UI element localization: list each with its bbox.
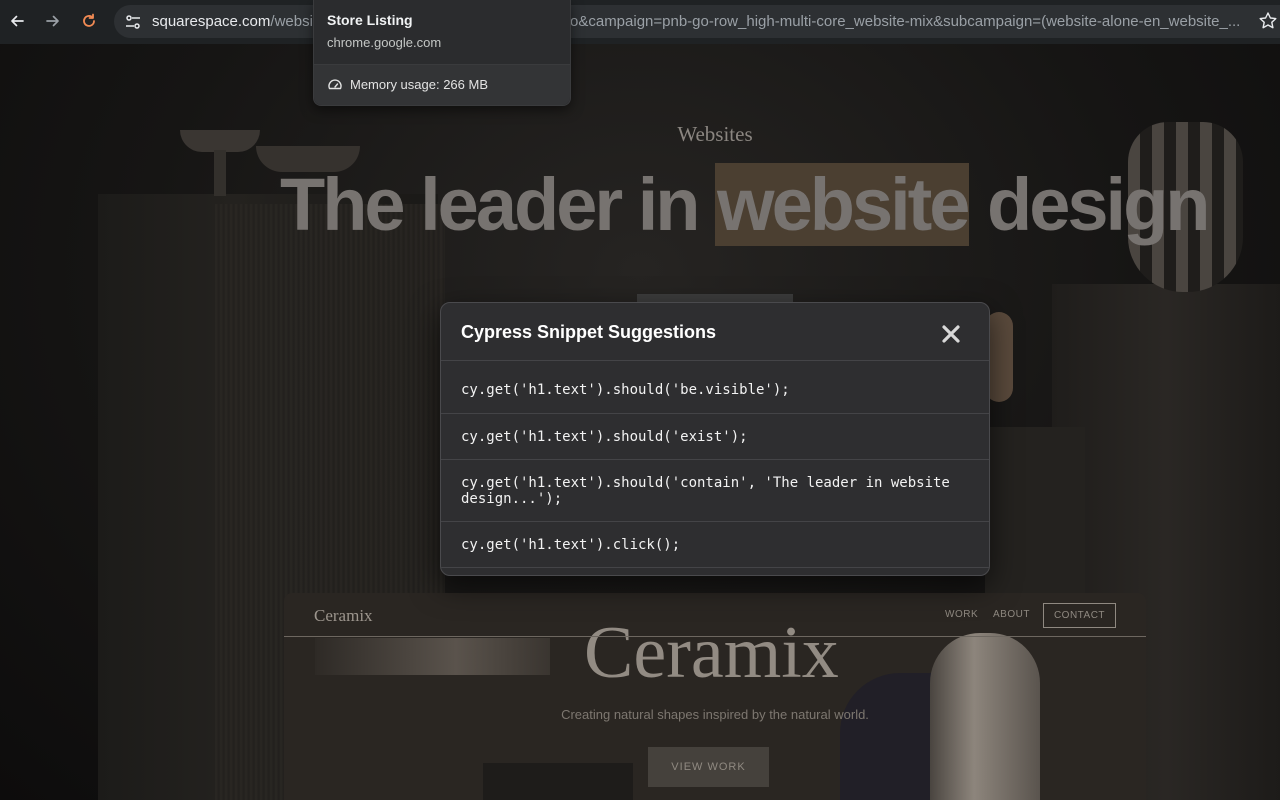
dialog-header: Cypress Snippet Suggestions xyxy=(441,303,989,361)
hover-card-title: Store Listing xyxy=(327,12,413,28)
reload-button[interactable] xyxy=(75,7,103,35)
template-preview: Ceramix Ceramix WORK ABOUT CONTACT Creat… xyxy=(284,593,1146,800)
preview-view-work-button[interactable]: VIEW WORK xyxy=(648,747,769,787)
section-eyebrow: Websites xyxy=(677,122,753,146)
tab-hover-card: Store Listing chrome.google.com Memory u… xyxy=(313,0,571,106)
tune-icon xyxy=(126,14,140,29)
reload-icon xyxy=(83,13,95,27)
star-icon xyxy=(1259,12,1277,29)
snippet-item[interactable]: cy.get('h1.text').click(); xyxy=(441,522,989,568)
close-button[interactable] xyxy=(939,322,963,346)
hover-card-memory-row: Memory usage: 266 MB xyxy=(314,65,570,105)
back-button[interactable] xyxy=(3,7,31,35)
headline-text: The leader in xyxy=(280,163,716,246)
headline-text: design xyxy=(969,163,1211,246)
gauge-icon xyxy=(328,79,342,90)
preview-nav: Ceramix WORK ABOUT CONTACT xyxy=(284,593,1146,637)
forward-button[interactable] xyxy=(39,7,67,35)
preview-tagline: Creating natural shapes inspired by the … xyxy=(561,707,869,722)
browser-toolbar: squarespace.com/websit o&campaign=pnb-go… xyxy=(0,0,1280,44)
dialog-title: Cypress Snippet Suggestions xyxy=(461,322,717,342)
url-query: o&campaign=pnb-go-row_high-multi-core_we… xyxy=(570,13,1241,30)
hover-card-domain: chrome.google.com xyxy=(327,35,442,50)
snippet-item[interactable]: cy.get('h1.text').should('contain', 'The… xyxy=(441,460,989,522)
bowl-stem-image xyxy=(214,150,226,196)
hover-card-memory: Memory usage: 266 MB xyxy=(350,77,489,92)
site-info-button[interactable] xyxy=(118,7,148,37)
preview-contact-button[interactable]: CONTACT xyxy=(1043,603,1116,628)
url-host: squarespace.com xyxy=(152,13,271,30)
bookmark-button[interactable] xyxy=(1258,11,1278,31)
snippet-item[interactable]: cy.get('h1.text').should('be.visible'); xyxy=(441,361,989,414)
snippet-item[interactable]: cy.get('h1.text').should('exist'); xyxy=(441,414,989,460)
preview-image xyxy=(483,763,633,800)
preview-nav-about[interactable]: ABOUT xyxy=(993,609,1030,620)
url-path: /websit xyxy=(270,13,318,30)
preview-logo: Ceramix xyxy=(314,606,373,625)
url-text: squarespace.com/websit xyxy=(152,13,317,30)
preview-image xyxy=(315,638,550,675)
close-icon xyxy=(942,325,960,343)
address-bar[interactable]: squarespace.com/websit o&campaign=pnb-go… xyxy=(114,5,1280,38)
arrow-left-icon xyxy=(11,15,24,27)
page-headline: The leader in website design xyxy=(280,160,1211,250)
snippet-dialog: Cypress Snippet Suggestions cy.get('h1.t… xyxy=(440,302,990,576)
preview-nav-work[interactable]: WORK xyxy=(945,609,978,620)
arrow-right-icon xyxy=(46,15,59,27)
headline-highlight: website xyxy=(715,163,970,246)
